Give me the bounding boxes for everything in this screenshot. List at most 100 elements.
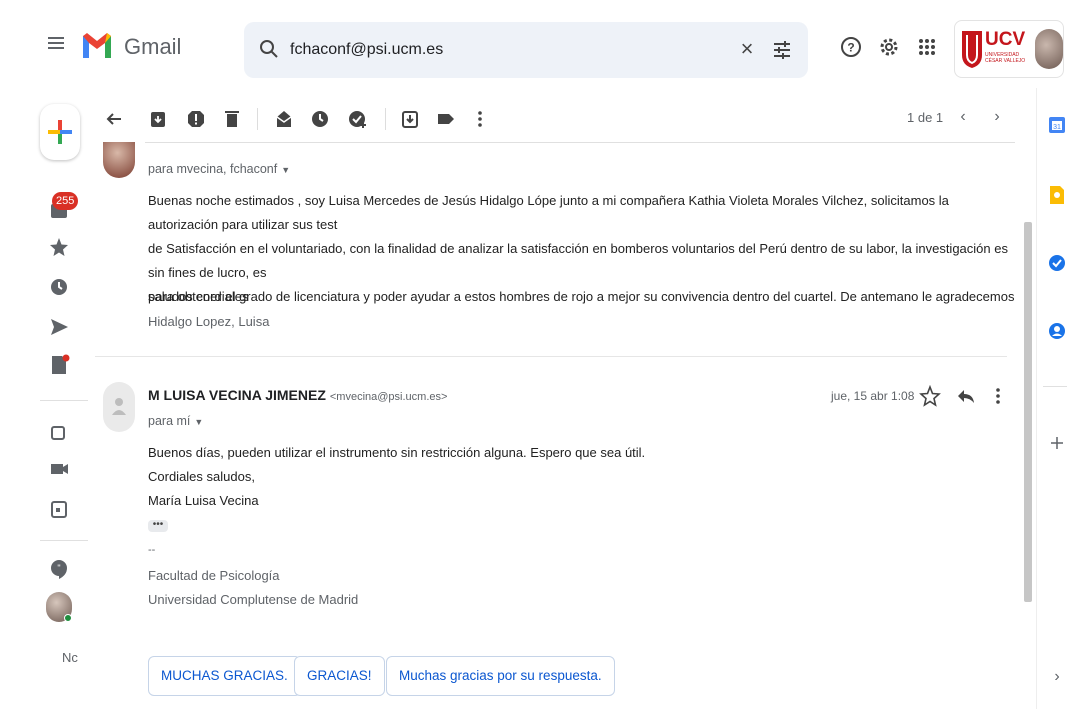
show-trimmed-content-button[interactable]: •••: [148, 520, 168, 532]
message-more-options-icon[interactable]: [987, 385, 1009, 407]
search-bar: ×: [244, 22, 808, 78]
rail-divider: [40, 400, 88, 401]
next-page-chevron-icon[interactable]: ›: [987, 108, 1007, 130]
meet-new-meeting-icon[interactable]: [48, 422, 70, 444]
account-avatar[interactable]: [1035, 29, 1063, 69]
signature-separator: --: [148, 544, 156, 556]
inbox-unread-badge: 255: [52, 192, 79, 210]
body-line: María Luisa Vecina: [148, 493, 259, 508]
rail-divider: [40, 540, 88, 541]
closing-text: saludos cordiales: [148, 289, 249, 304]
help-icon[interactable]: ?: [840, 36, 862, 58]
recipients-text: para mí: [148, 414, 191, 428]
keep-app-icon[interactable]: [1047, 184, 1067, 206]
more-options-icon[interactable]: [469, 108, 491, 130]
smart-reply-button[interactable]: MUCHAS GRACIAS.: [148, 656, 301, 696]
recipients-text: para mvecina, fchaconf: [148, 162, 278, 176]
search-options-icon[interactable]: [770, 38, 794, 62]
move-to-icon[interactable]: [399, 108, 421, 130]
add-to-tasks-icon[interactable]: [347, 108, 369, 130]
message-header-edge: [145, 142, 1015, 146]
snooze-clock-icon[interactable]: [309, 108, 331, 130]
search-icon[interactable]: [258, 38, 280, 60]
settings-gear-icon[interactable]: [878, 36, 900, 58]
drafts-icon[interactable]: [48, 354, 70, 376]
chat-contact-avatar[interactable]: [46, 592, 72, 622]
side-panel: 31 ›: [1036, 88, 1067, 709]
tasks-app-icon[interactable]: [1047, 252, 1067, 274]
signature-name: Hidalgo Lopez, Luisa: [148, 314, 270, 329]
body-line: Buenas noche estimados , soy Luisa Merce…: [148, 193, 949, 232]
sender-info[interactable]: M LUISA VECINA JIMENEZ <mvecina@psi.ucm.e…: [148, 387, 447, 403]
message-body: Buenas noche estimados , soy Luisa Merce…: [148, 189, 1018, 333]
smart-reply-button[interactable]: GRACIAS!: [294, 656, 385, 696]
smart-reply-button[interactable]: Muchas gracias por su respuesta.: [386, 656, 615, 696]
sender-avatar[interactable]: [103, 142, 135, 178]
search-input[interactable]: [290, 36, 710, 64]
message-toolbar: 1 de 1 ‹ ›: [95, 98, 1025, 142]
menu-bar: [48, 42, 64, 44]
sender-name: M LUISA VECINA JIMENEZ: [148, 387, 326, 403]
recipients-dropdown-icon[interactable]: ▼: [281, 165, 290, 175]
scrollbar-thumb[interactable]: [1024, 222, 1032, 602]
contacts-app-icon[interactable]: [1047, 320, 1067, 342]
svg-text:31: 31: [1053, 124, 1061, 131]
body-line: Buenos días, pueden utilizar el instrume…: [148, 445, 646, 460]
sent-icon[interactable]: [48, 316, 70, 338]
gmail-logo-icon[interactable]: [80, 30, 114, 60]
meet-calendar-icon[interactable]: [48, 498, 70, 520]
organization-badge[interactable]: UCV UNIVERSIDAD CÉSAR VALLEJO: [954, 20, 1064, 78]
rail-bottom-label: Nc: [62, 650, 78, 665]
org-subtitle-line: CÉSAR VALLEJO: [985, 58, 1026, 64]
calendar-app-icon[interactable]: 31: [1047, 114, 1067, 136]
meet-video-icon[interactable]: [48, 458, 70, 480]
delete-trash-icon[interactable]: [221, 108, 243, 130]
toolbar-divider: [257, 108, 258, 130]
top-bar: Gmail × ?: [0, 0, 1067, 88]
online-status-dot: [64, 614, 72, 622]
pagination-label: 1 de 1: [907, 110, 944, 125]
message-thread: para mvecina, fchaconf ▼ Buenas noche est…: [95, 142, 1025, 709]
main-menu-button[interactable]: [44, 34, 68, 58]
mark-unread-icon[interactable]: [273, 108, 295, 130]
recipients-line[interactable]: para mí ▼: [148, 414, 203, 428]
signature-line: Universidad Complutense de Madrid: [148, 592, 359, 607]
hangouts-chat-icon[interactable]: ": [48, 558, 70, 580]
snoozed-clock-icon[interactable]: [48, 276, 70, 298]
body-line: de Satisfacción en el voluntariado, con …: [148, 241, 1008, 280]
sender-avatar[interactable]: [103, 382, 135, 432]
toolbar-divider: [385, 108, 386, 130]
signature-line: Facultad de Psicología: [148, 568, 280, 583]
back-arrow-icon[interactable]: [103, 108, 125, 130]
clear-search-icon[interactable]: ×: [734, 36, 760, 62]
archive-icon[interactable]: [147, 108, 169, 130]
previous-page-chevron-icon[interactable]: ‹: [953, 108, 973, 130]
app-name[interactable]: Gmail: [124, 34, 181, 60]
starred-icon[interactable]: [48, 236, 70, 258]
body-line: Cordiales saludos,: [148, 469, 255, 484]
ucv-shield-logo-icon: [962, 31, 982, 68]
label-icon[interactable]: [435, 108, 457, 130]
panel-divider: [1043, 386, 1067, 387]
message-divider: [95, 356, 1007, 357]
report-spam-icon[interactable]: [185, 108, 207, 130]
compose-button[interactable]: [40, 104, 80, 160]
recipients-line[interactable]: para mvecina, fchaconf ▼: [148, 162, 290, 176]
apps-grid-icon[interactable]: [916, 36, 938, 58]
menu-bar: [48, 37, 64, 39]
message-body: Buenos días, pueden utilizar el instrume…: [148, 441, 1018, 513]
star-outline-icon[interactable]: [919, 385, 941, 407]
get-addons-plus-icon[interactable]: [1047, 432, 1067, 454]
menu-bar: [48, 47, 64, 49]
svg-text:": ": [57, 563, 60, 573]
org-name: UCV: [985, 29, 1026, 50]
show-side-panel-chevron-icon[interactable]: ›: [1047, 668, 1067, 690]
recipients-dropdown-icon[interactable]: ▼: [194, 417, 203, 427]
message-date[interactable]: jue, 15 abr 1:08: [831, 389, 914, 403]
reply-arrow-icon[interactable]: [955, 385, 977, 407]
compose-plus-icon: [48, 120, 72, 144]
person-placeholder-icon: [112, 398, 126, 415]
scrollbar[interactable]: [1022, 142, 1034, 709]
left-rail: 255 " Nc: [0, 88, 95, 709]
org-subtitle: UNIVERSIDAD CÉSAR VALLEJO: [985, 52, 1025, 64]
